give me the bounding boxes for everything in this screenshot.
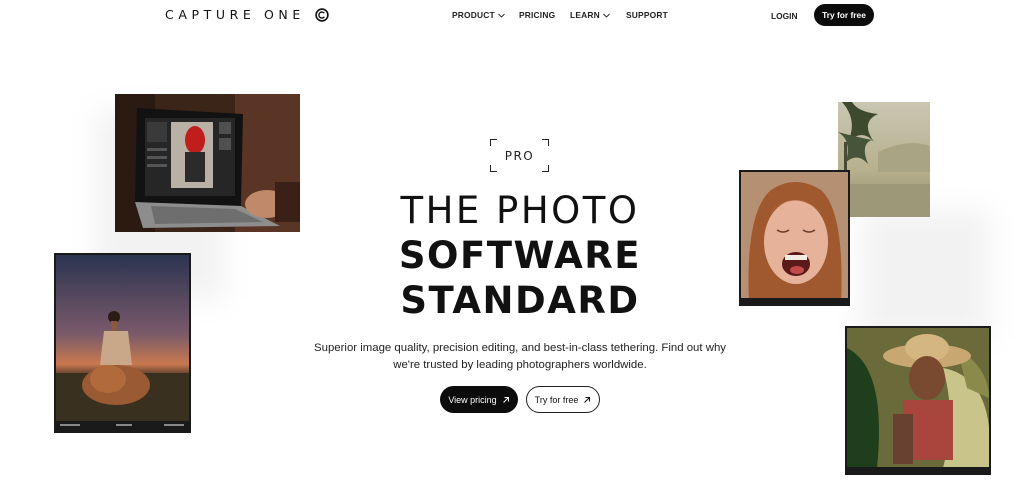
headline-line-2: SOFTWARE [398,234,642,277]
arrow-up-right-icon [502,396,509,403]
chevron-down-icon [603,13,610,18]
capture-one-logo-icon [315,7,329,22]
nav-learn-label: LEARN [570,10,600,20]
nav-learn[interactable]: LEARN [570,10,610,20]
arrow-up-right-icon [584,396,591,403]
nav-pricing-label: PRICING [519,10,556,20]
nav-product[interactable]: PRODUCT [452,10,505,20]
headline-line-1: THE PHOTO [400,189,640,232]
hero-headline: THE PHOTO SOFTWARE STANDARD [360,188,680,323]
hero-subtitle: Superior image quality, precision editin… [314,342,726,371]
photo-shadow [860,210,990,340]
laptop-editing-photo [115,94,300,232]
try-for-free-nav-button[interactable]: Try for free [814,4,874,26]
view-pricing-button[interactable]: View pricing [440,386,518,413]
brand-logo[interactable]: CAPTURE ONE [165,7,329,22]
top-navigation: CAPTURE ONE PRODUCT PRICING LEARN SUPPOR… [0,0,1024,32]
sunset-portrait-photo [54,253,191,433]
headline-line-3: STANDARD [400,279,640,322]
nav-pricing[interactable]: PRICING [519,10,555,20]
chevron-down-icon [497,13,505,18]
farmer-straw-hat-photo [845,326,991,475]
pro-badge-label: PRO [504,148,535,163]
try-for-free-button[interactable]: Try for free [526,386,600,413]
login-link[interactable]: LOGIN [771,11,798,21]
tropical-mist-photo [838,102,930,217]
nav-support[interactable]: SUPPORT [626,10,668,20]
nav-support-label: SUPPORT [626,10,668,20]
laughing-woman-photo [739,170,850,306]
nav-product-label: PRODUCT [452,10,495,20]
view-pricing-label: View pricing [448,394,497,405]
try-for-free-label: Try for free [534,394,579,405]
brand-name: CAPTURE ONE [165,7,305,22]
pro-badge: PRO [490,139,549,172]
